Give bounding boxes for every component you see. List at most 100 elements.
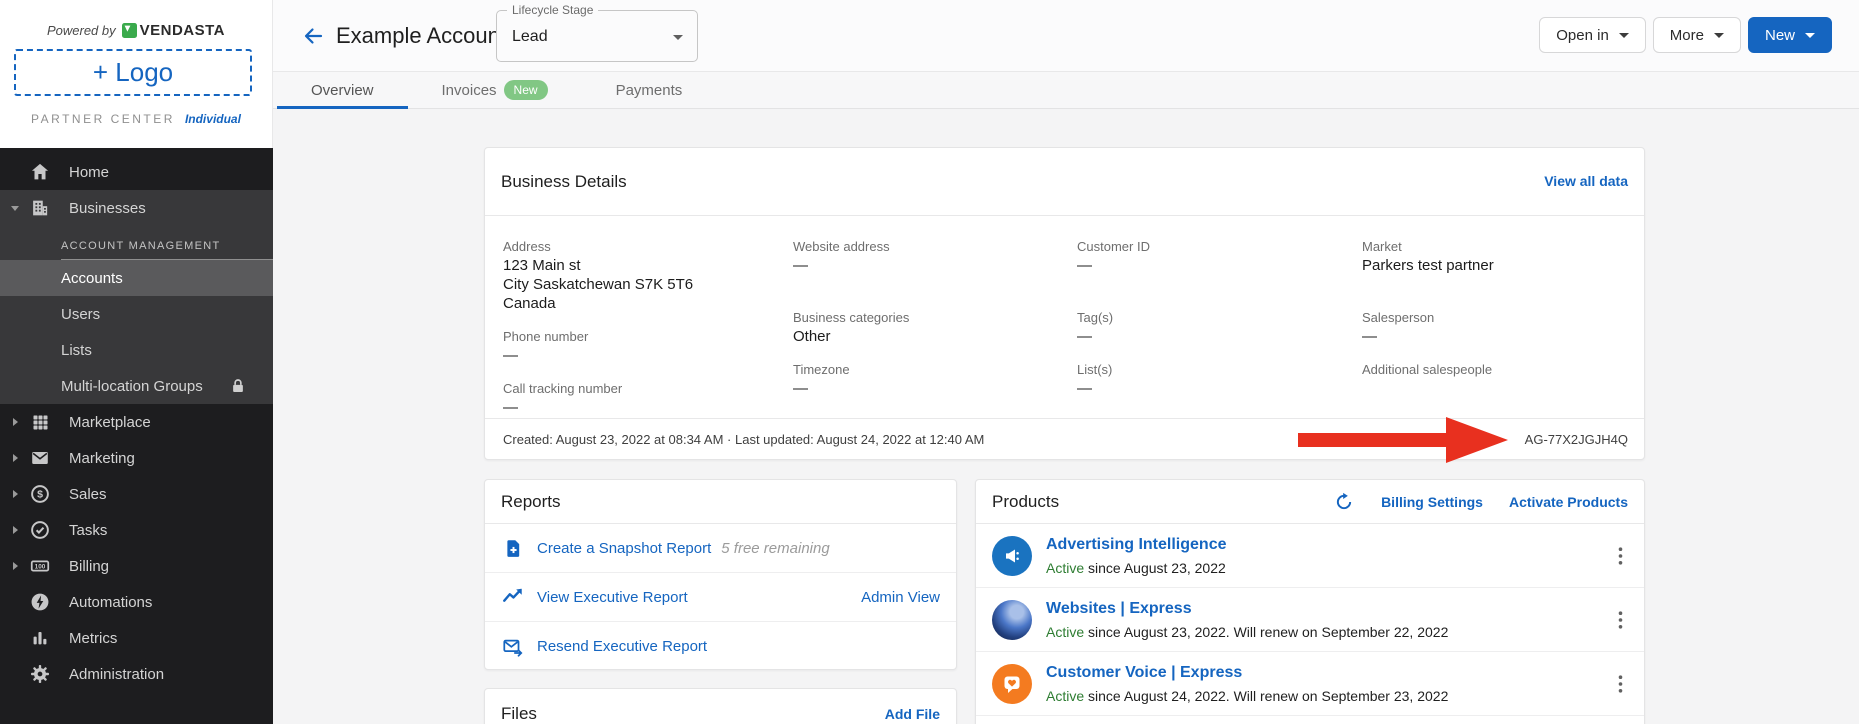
chevron-down-icon (673, 35, 683, 40)
reports-card: Reports Create a Snapshot Report 5 free … (484, 479, 957, 670)
create-snapshot-report-row[interactable]: Create a Snapshot Report 5 free remainin… (485, 524, 956, 573)
sidebar-item-metrics[interactable]: Metrics (0, 620, 273, 656)
websites-product-avatar (992, 600, 1032, 640)
snapshot-free-remaining: 5 free remaining (721, 540, 829, 557)
back-button[interactable] (299, 22, 327, 50)
sidebar-item-label: Automations (69, 594, 152, 611)
chevron-right-icon (9, 490, 21, 498)
vendasta-wordmark: VENDASTA (140, 22, 225, 39)
sidebar-item-tasks[interactable]: Tasks (0, 512, 273, 548)
red-arrow-annotation (1298, 417, 1508, 463)
sidebar-item-businesses[interactable]: Businesses (0, 190, 273, 226)
banknote-icon: 100 (28, 554, 52, 578)
field-call-tracking-number: Call tracking number — (503, 380, 775, 417)
chevron-down-icon (1714, 33, 1724, 38)
product-name-link[interactable]: Websites | Express (1046, 600, 1192, 618)
bolt-circle-icon (28, 590, 52, 614)
create-snapshot-report-link[interactable]: Create a Snapshot Report (537, 540, 711, 557)
trend-line-icon (501, 585, 525, 609)
billing-settings-link[interactable]: Billing Settings (1381, 494, 1483, 510)
product-name-link[interactable]: Advertising Intelligence (1046, 536, 1226, 554)
resend-executive-report-row[interactable]: Resend Executive Report (485, 622, 956, 671)
field-tags: Tag(s) — (1077, 309, 1349, 346)
sidebar-item-home[interactable]: Home (0, 154, 273, 190)
svg-text:100: 100 (35, 564, 46, 571)
sidebar-item-label: Multi-location Groups (61, 378, 203, 395)
tab-invoices[interactable]: Invoices New (408, 72, 582, 108)
view-executive-report-link[interactable]: View Executive Report (537, 589, 688, 606)
more-button[interactable]: More (1653, 17, 1741, 53)
topbar: Example Account Lifecycle Stage Lead Ope… (273, 0, 1859, 72)
field-market: Market Parkers test partner (1362, 238, 1634, 294)
sidebar-item-label: Home (69, 164, 109, 181)
sidebar-item-label: Accounts (61, 270, 123, 287)
sidebar-item-label: Sales (69, 486, 107, 503)
account-management-header: ACCOUNT MANAGEMENT (0, 226, 273, 260)
chevron-right-icon (9, 418, 21, 426)
tab-overview[interactable]: Overview (277, 72, 408, 108)
field-salesperson: Salesperson — (1362, 309, 1634, 346)
kebab-menu-icon[interactable] (1610, 546, 1630, 566)
new-button[interactable]: New (1748, 17, 1832, 53)
sidebar-item-label: Marketplace (69, 414, 151, 431)
sidebar-item-accounts[interactable]: Accounts (0, 260, 273, 296)
megaphone-icon (992, 536, 1032, 576)
sidebar-item-marketplace[interactable]: Marketplace (0, 404, 273, 440)
tab-payments[interactable]: Payments (582, 72, 717, 108)
field-lists: List(s) — (1077, 361, 1349, 398)
product-name-link[interactable]: Customer Voice | Express (1046, 664, 1242, 682)
edition-label: Individual (185, 112, 241, 126)
chevron-right-icon (9, 562, 21, 570)
field-address: Address 123 Main st City Saskatchewan S7… (503, 238, 775, 313)
vendasta-mark-icon (122, 23, 137, 38)
svg-text:$: $ (37, 489, 43, 501)
page-title: Example Account (336, 23, 506, 49)
add-file-link[interactable]: Add File (885, 706, 940, 722)
field-additional-salespeople: Additional salespeople (1362, 361, 1634, 379)
sidebar-item-users[interactable]: Users (0, 296, 273, 332)
lifecycle-stage-select[interactable]: Lifecycle Stage Lead (496, 10, 698, 62)
sidebar-item-automations[interactable]: Automations (0, 584, 273, 620)
arrow-left-icon (301, 24, 325, 48)
refresh-icon[interactable] (1333, 491, 1355, 513)
status-details: since August 23, 2022 (1084, 560, 1226, 576)
view-all-data-link[interactable]: View all data (1544, 173, 1628, 189)
status-details: since August 24, 2022. Will renew on Sep… (1084, 688, 1448, 704)
view-executive-report-row[interactable]: View Executive Report Admin View (485, 573, 956, 622)
check-circle-icon (28, 518, 52, 542)
sidebar-item-multi-location-groups[interactable]: Multi-location Groups (0, 368, 273, 404)
lifecycle-stage-label: Lifecycle Stage (507, 3, 598, 17)
add-logo-placeholder[interactable]: + Logo (14, 49, 252, 96)
lock-icon (229, 377, 247, 399)
mail-forward-icon (501, 635, 525, 659)
sidebar-item-sales[interactable]: $ Sales (0, 476, 273, 512)
resend-executive-report-link[interactable]: Resend Executive Report (537, 638, 707, 655)
field-customer-id: Customer ID — (1077, 238, 1349, 294)
kebab-menu-icon[interactable] (1610, 610, 1630, 630)
chevron-right-icon (9, 526, 21, 534)
brand-area: Powered by VENDASTA + Logo PARTNER CENTE… (0, 0, 273, 148)
building-icon (28, 196, 52, 220)
sidebar-item-label: Marketing (69, 450, 135, 467)
files-card: Files Add File (484, 688, 957, 724)
sidebar-item-label: Lists (61, 342, 92, 359)
products-card: Products Billing Settings Activate Produ… (975, 479, 1645, 724)
home-icon (28, 160, 52, 184)
sidebar-item-label: Billing (69, 558, 109, 575)
activate-products-link[interactable]: Activate Products (1509, 494, 1628, 510)
created-updated-text: Created: August 23, 2022 at 08:34 AM · L… (503, 432, 984, 447)
business-details-card: Business Details View all data Address 1… (484, 147, 1645, 460)
sidebar-item-marketing[interactable]: Marketing (0, 440, 273, 476)
field-business-categories: Business categories Other (793, 309, 1065, 346)
sidebar-item-label: Tasks (69, 522, 107, 539)
sidebar-item-administration[interactable]: Administration (0, 656, 273, 692)
kebab-menu-icon[interactable] (1610, 674, 1630, 694)
grid-icon (28, 410, 52, 434)
sidebar-nav: Home Businesses ACCOUNT MANAGEMENT Accou… (0, 148, 273, 724)
chevron-down-icon (9, 206, 21, 211)
sidebar-item-billing[interactable]: 100 Billing (0, 548, 273, 584)
sidebar-item-lists[interactable]: Lists (0, 332, 273, 368)
heart-bubble-icon (992, 664, 1032, 704)
open-in-button[interactable]: Open in (1539, 17, 1646, 53)
admin-view-link[interactable]: Admin View (861, 589, 940, 606)
